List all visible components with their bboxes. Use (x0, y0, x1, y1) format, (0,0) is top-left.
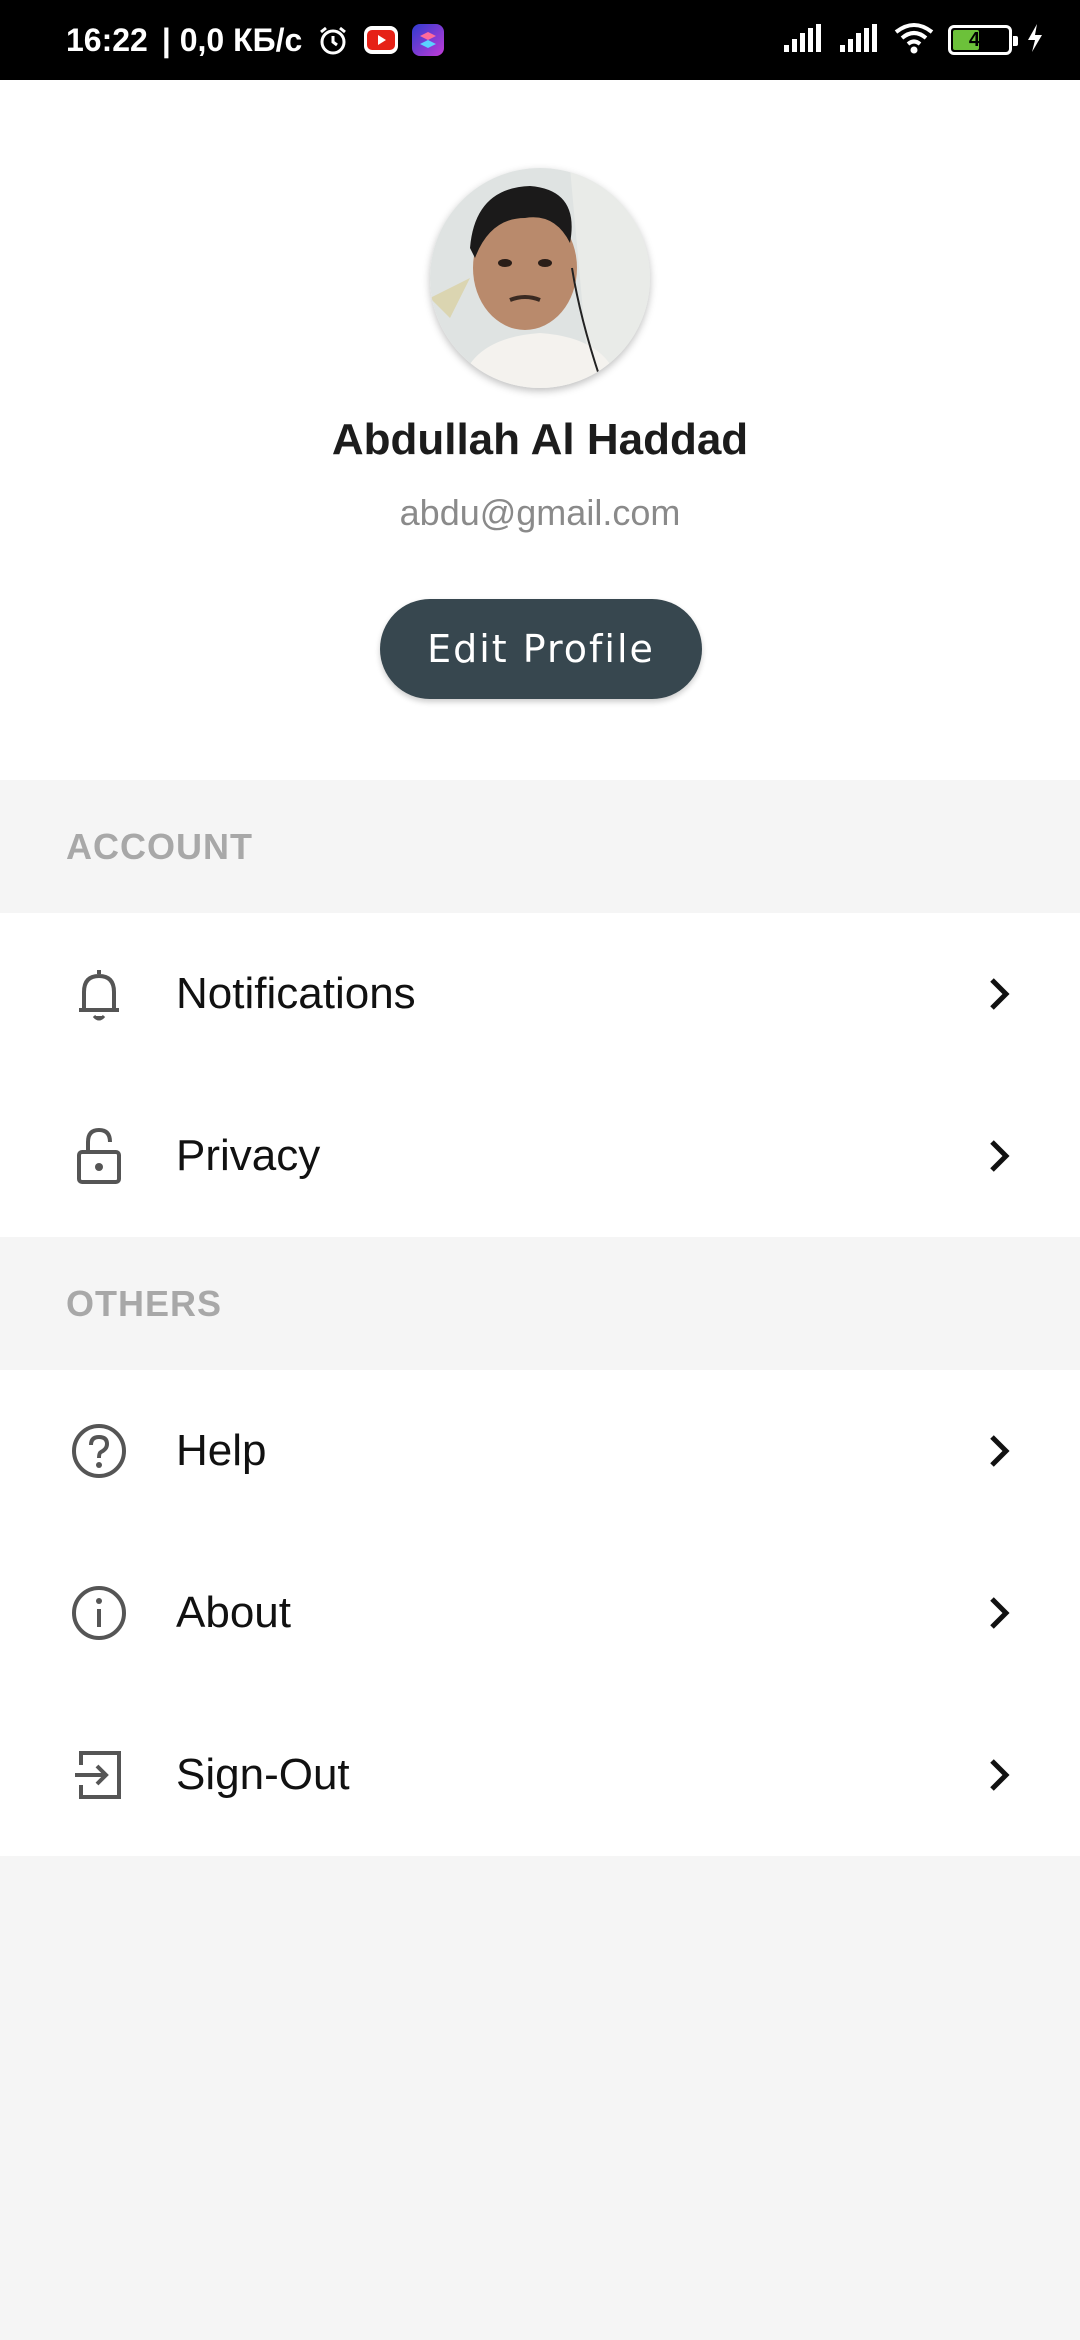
profile-header: Abdullah Al Haddad abdu@gmail.com Edit P… (0, 80, 1080, 780)
profile-email: abdu@gmail.com (399, 492, 681, 533)
alarm-icon (316, 23, 350, 57)
status-right: 49 (782, 22, 1044, 59)
others-menu: Help About Sign-Out (0, 1370, 1080, 1856)
help-icon (66, 1418, 132, 1484)
menu-item-privacy[interactable]: Privacy (0, 1075, 1080, 1237)
menu-item-sign-out[interactable]: Sign-Out (0, 1694, 1080, 1856)
chevron-right-icon (980, 1431, 1020, 1471)
youtube-icon (364, 26, 399, 54)
chevron-right-icon (980, 1593, 1020, 1633)
battery-level: 49 (968, 28, 992, 51)
charging-icon (1026, 23, 1044, 58)
chevron-right-icon (980, 1755, 1020, 1795)
menu-item-help[interactable]: Help (0, 1370, 1080, 1532)
menu-item-notifications[interactable]: Notifications (0, 913, 1080, 1075)
chevron-right-icon (980, 974, 1020, 1014)
edit-profile-button[interactable]: Edit Profile (380, 599, 702, 699)
bell-icon (66, 961, 132, 1027)
signal-icon (838, 23, 880, 58)
lock-icon (66, 1123, 132, 1189)
info-icon (66, 1580, 132, 1646)
chevron-right-icon (980, 1136, 1020, 1176)
signal-icon (782, 23, 824, 58)
menu-item-label: Notifications (176, 969, 416, 1018)
account-menu: Notifications Privacy (0, 913, 1080, 1237)
avatar[interactable] (430, 168, 650, 388)
menu-item-label: Privacy (176, 1131, 321, 1180)
menu-item-label: Help (176, 1426, 267, 1475)
section-header-others: OTHERS (0, 1237, 1080, 1370)
wifi-icon (894, 22, 934, 59)
section-header-account: ACCOUNT (0, 780, 1080, 913)
menu-item-label: About (176, 1588, 291, 1637)
profile-name: Abdullah Al Haddad (331, 415, 749, 464)
shortcuts-icon (412, 24, 445, 56)
battery-icon: 49 (948, 25, 1018, 55)
sign-out-icon (66, 1742, 132, 1808)
menu-item-label: Sign-Out (176, 1750, 350, 1799)
status-left: 16:22 | 0,0 КБ/с (66, 21, 445, 59)
menu-item-about[interactable]: About (0, 1532, 1080, 1694)
status-bar: 16:22 | 0,0 КБ/с 49 (0, 0, 1080, 80)
status-time: 16:22 (66, 21, 148, 58)
status-network-speed: | 0,0 КБ/с (161, 21, 303, 58)
